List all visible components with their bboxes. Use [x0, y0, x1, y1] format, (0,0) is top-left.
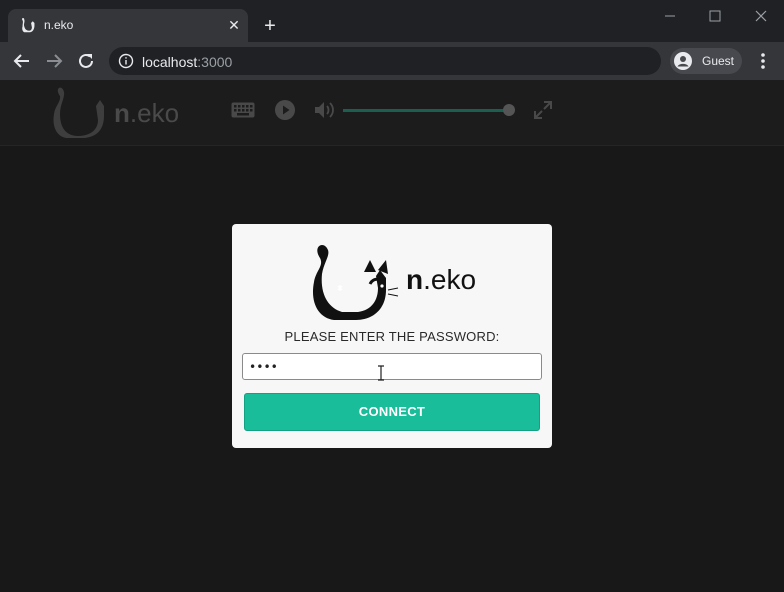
dialog-brand-bold: n: [406, 264, 424, 295]
brand-bold: n: [114, 98, 130, 128]
plus-icon[interactable]: +: [258, 14, 282, 38]
back-arrow-icon[interactable]: [10, 49, 34, 73]
connect-button[interactable]: CONNECT: [244, 393, 540, 431]
password-input[interactable]: [242, 353, 542, 380]
brand-rest: .eko: [129, 98, 180, 128]
cat-icon: [22, 18, 35, 33]
header-brand: n.eko: [114, 98, 179, 129]
forward-arrow-icon[interactable]: [42, 49, 66, 73]
volume-slider[interactable]: [343, 109, 509, 112]
account-circle-icon: [674, 52, 692, 70]
close-icon[interactable]: [750, 6, 772, 26]
keyboard-icon[interactable]: [231, 102, 255, 118]
volume-icon[interactable]: [313, 100, 337, 120]
url-text: localhost:3000: [142, 54, 232, 70]
text-cursor-icon: [378, 365, 384, 381]
password-prompt: PLEASE ENTER THE PASSWORD:: [284, 329, 500, 344]
minimize-icon[interactable]: [659, 6, 681, 26]
cat-logo-icon: [312, 244, 399, 320]
dialog-brand: n.eko: [406, 264, 476, 296]
play-icon[interactable]: [274, 99, 296, 121]
tab-title: n.eko: [44, 18, 74, 32]
url-host: localhost: [142, 54, 198, 70]
profile-button[interactable]: Guest: [670, 48, 742, 74]
browser-titlebar: n.eko ✕ +: [0, 0, 784, 42]
app-header: n.eko: [0, 80, 784, 146]
maximize-icon[interactable]: [704, 6, 726, 26]
url-port: :3000: [197, 54, 233, 70]
tab-close-icon[interactable]: ✕: [224, 15, 244, 35]
login-dialog: n.eko PLEASE ENTER THE PASSWORD: CONNECT: [232, 224, 552, 448]
fullscreen-icon[interactable]: [533, 100, 553, 120]
volume-slider-handle[interactable]: [503, 104, 515, 116]
address-bar[interactable]: localhost:3000: [109, 47, 661, 75]
info-icon[interactable]: [118, 53, 134, 69]
kebab-menu-icon[interactable]: [752, 50, 774, 72]
browser-toolbar: localhost:3000 Guest: [0, 42, 784, 80]
profile-label: Guest: [702, 54, 735, 68]
browser-tab[interactable]: n.eko ✕: [8, 9, 248, 42]
reload-icon[interactable]: [74, 49, 98, 73]
cat-logo-icon: [53, 87, 104, 138]
dialog-brand-rest: .eko: [423, 264, 477, 295]
